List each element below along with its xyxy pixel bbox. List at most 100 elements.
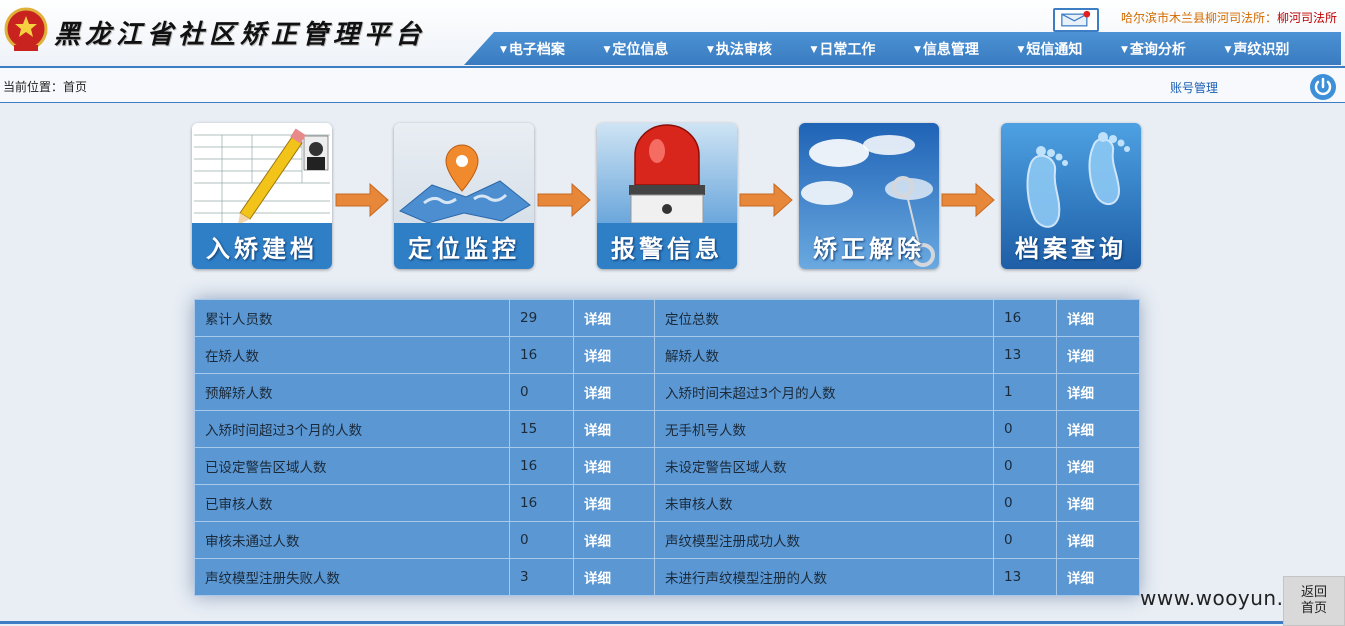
message-envelope-icon[interactable] xyxy=(1053,8,1099,32)
detail-link[interactable]: 详细 xyxy=(1056,410,1140,448)
org-info: 哈尔滨市木兰县柳河司法所：柳河司法所 xyxy=(1121,9,1337,26)
stat-label: 入矫时间未超过3个月的人数 xyxy=(654,373,994,411)
stat-label: 无手机号人数 xyxy=(654,410,994,448)
caret-down-icon: ▼ xyxy=(810,44,818,55)
tile-enrollment[interactable]: 入矫建档 xyxy=(192,123,332,269)
tile-label: 入矫建档 xyxy=(206,233,318,263)
stat-label: 累计人员数 xyxy=(194,299,510,337)
stat-value: 0 xyxy=(993,410,1057,448)
tile-alarm-info[interactable]: 报警信息 xyxy=(597,123,737,269)
stat-value: 0 xyxy=(993,447,1057,485)
nav-item-review[interactable]: ▼ 执法审核 xyxy=(707,39,811,59)
tile-correction-release[interactable]: 矫正解除 xyxy=(799,123,939,269)
stats-row: 声纹模型注册失败人数 3 详细 未进行声纹模型注册的人数 13 详细 xyxy=(194,558,1140,596)
stats-panel: 累计人员数 29 详细 定位总数 16 详细 在矫人数 16 详细 解矫人数 13 详细 预解矫人数 0 详… xyxy=(194,299,1140,596)
tile-location-monitor[interactable]: 定位监控 xyxy=(394,123,534,269)
stat-label: 入矫时间超过3个月的人数 xyxy=(194,410,510,448)
stat-label: 未设定警告区域人数 xyxy=(654,447,994,485)
stat-label: 未进行声纹模型注册的人数 xyxy=(654,558,994,596)
stat-value: 0 xyxy=(993,484,1057,522)
stat-label: 审核未通过人数 xyxy=(194,521,510,559)
detail-link[interactable]: 详细 xyxy=(1056,373,1140,411)
stats-table-body: 累计人员数 29 详细 定位总数 16 详细 在矫人数 16 详细 解矫人数 13 详细 预解矫人数 0 详… xyxy=(194,299,1140,596)
nav-item-query[interactable]: ▼ 查询分析 xyxy=(1121,39,1225,59)
location-bar: 当前位置：首页 账号管理 xyxy=(0,66,1345,103)
detail-link[interactable]: 详细 xyxy=(1056,299,1140,337)
detail-link[interactable]: 详细 xyxy=(1056,558,1140,596)
stat-label: 在矫人数 xyxy=(194,336,510,374)
caret-down-icon: ▼ xyxy=(603,44,611,55)
stats-row: 已审核人数 16 详细 未审核人数 0 详细 xyxy=(194,484,1140,522)
detail-link[interactable]: 详细 xyxy=(1056,484,1140,522)
stat-label: 声纹模型注册成功人数 xyxy=(654,521,994,559)
tile-archive-query[interactable]: 档案查询 xyxy=(1001,123,1141,269)
stat-value: 16 xyxy=(509,484,574,522)
stat-value: 15 xyxy=(509,410,574,448)
stats-row: 累计人员数 29 详细 定位总数 16 详细 xyxy=(194,299,1140,337)
flow-arrow-icon xyxy=(941,182,995,218)
org-full-name: 哈尔滨市木兰县柳河司法所： xyxy=(1121,11,1278,25)
tile-label: 定位监控 xyxy=(408,233,520,263)
stat-label: 声纹模型注册失败人数 xyxy=(194,558,510,596)
stats-row: 审核未通过人数 0 详细 声纹模型注册成功人数 0 详细 xyxy=(194,521,1140,559)
detail-link[interactable]: 详细 xyxy=(1056,521,1140,559)
flow-arrow-icon xyxy=(537,182,591,218)
stat-value: 3 xyxy=(509,558,574,596)
detail-link[interactable]: 详细 xyxy=(573,521,655,559)
stat-value: 13 xyxy=(993,336,1057,374)
stat-label: 预解矫人数 xyxy=(194,373,510,411)
back-to-home-line2: 首页 xyxy=(1300,601,1327,616)
nav-item-location[interactable]: ▼ 定位信息 xyxy=(604,39,708,59)
stat-label: 已审核人数 xyxy=(194,484,510,522)
caret-down-icon: ▼ xyxy=(914,44,921,55)
caret-down-icon: ▼ xyxy=(500,44,507,55)
stats-row: 已设定警告区域人数 16 详细 未设定警告区域人数 0 详细 xyxy=(194,447,1140,485)
nav-item-archives[interactable]: ▼ 电子档案 xyxy=(500,39,604,59)
detail-link[interactable]: 详细 xyxy=(573,410,655,448)
header: 黑龙江省社区矫正管理平台 哈尔滨市木兰县柳河司法所：柳河司法所 ▼ 电子档案 ▼ 定… xyxy=(0,0,1345,66)
account-management-link[interactable]: 账号管理 xyxy=(1170,79,1218,96)
stats-table: 累计人员数 29 详细 定位总数 16 详细 在矫人数 16 详细 解矫人数 13 详细 预解矫人数 0 详… xyxy=(194,299,1140,596)
caret-down-icon: ▼ xyxy=(1017,44,1025,55)
stat-value: 13 xyxy=(993,558,1057,596)
caret-down-icon: ▼ xyxy=(707,44,714,55)
power-logout-icon[interactable] xyxy=(1309,73,1337,101)
stat-value: 0 xyxy=(509,521,574,559)
stat-value: 0 xyxy=(993,521,1057,559)
main-nav: ▼ 电子档案 ▼ 定位信息 ▼ 执法审核 ▼ 日常工作 ▼ 信息管理 ▼ 短信通知 ▼ 查询分… xyxy=(464,32,1341,65)
back-to-home-button[interactable]: 返回 首页 xyxy=(1283,576,1345,626)
caret-down-icon: ▼ xyxy=(1224,44,1232,55)
stat-label: 定位总数 xyxy=(654,299,994,337)
breadcrumb: 当前位置：首页 xyxy=(3,80,88,94)
tile-label: 档案查询 xyxy=(1015,233,1127,263)
detail-link[interactable]: 详细 xyxy=(573,484,655,522)
stat-label: 未审核人数 xyxy=(654,484,994,522)
stat-value: 29 xyxy=(509,299,574,337)
national-emblem-icon xyxy=(4,7,48,51)
tile-label: 矫正解除 xyxy=(813,233,925,263)
detail-link[interactable]: 详细 xyxy=(573,373,655,411)
nav-item-daily-work[interactable]: ▼ 日常工作 xyxy=(811,39,915,59)
org-short-name: 柳河司法所 xyxy=(1277,11,1338,25)
site-title: 黑龙江省社区矫正管理平台 xyxy=(54,20,427,50)
tile-label: 报警信息 xyxy=(611,233,723,263)
stat-value: 16 xyxy=(993,299,1057,337)
stats-row: 预解矫人数 0 详细 入矫时间未超过3个月的人数 1 详细 xyxy=(194,373,1140,411)
detail-link[interactable]: 详细 xyxy=(573,299,655,337)
back-to-home-line1: 返回 xyxy=(1300,585,1327,600)
detail-link[interactable]: 详细 xyxy=(1056,447,1140,485)
nav-item-sms[interactable]: ▼ 短信通知 xyxy=(1018,39,1122,59)
detail-link[interactable]: 详细 xyxy=(573,447,655,485)
stats-row: 入矫时间超过3个月的人数 15 详细 无手机号人数 0 详细 xyxy=(194,410,1140,448)
flow-arrow-icon xyxy=(335,182,389,218)
nav-item-info-management[interactable]: ▼ 信息管理 xyxy=(914,39,1018,59)
detail-link[interactable]: 详细 xyxy=(573,558,655,596)
detail-link[interactable]: 详细 xyxy=(573,336,655,374)
stat-label: 解矫人数 xyxy=(654,336,994,374)
nav-item-voiceprint[interactable]: ▼ 声纹识别 xyxy=(1225,39,1329,59)
caret-down-icon: ▼ xyxy=(1121,44,1128,55)
stat-value: 16 xyxy=(509,447,574,485)
stat-value: 16 xyxy=(509,336,574,374)
stats-row: 在矫人数 16 详细 解矫人数 13 详细 xyxy=(194,336,1140,374)
detail-link[interactable]: 详细 xyxy=(1056,336,1140,374)
